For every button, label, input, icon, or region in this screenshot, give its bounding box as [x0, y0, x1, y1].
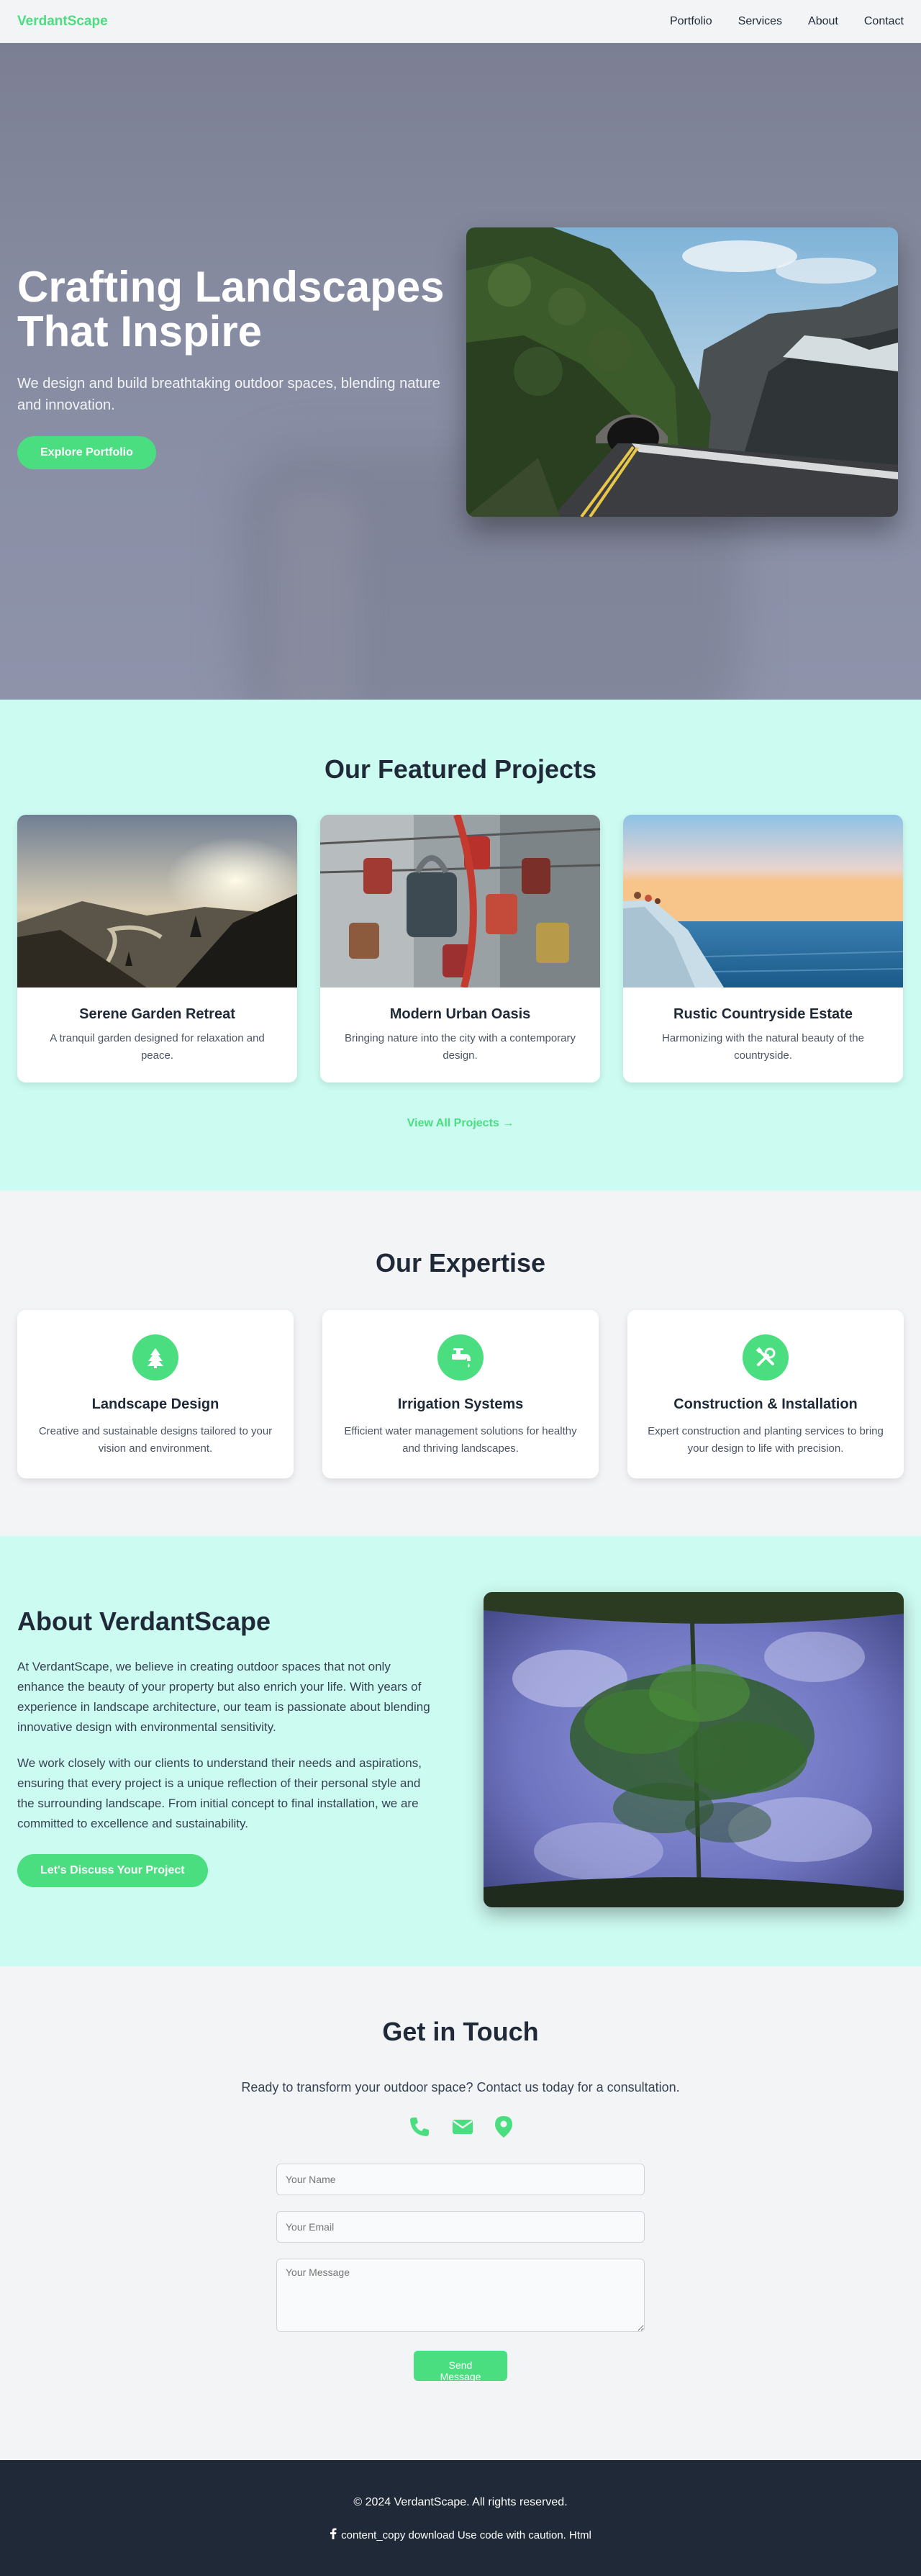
brand-logo-link[interactable]: VerdantScape — [17, 14, 108, 30]
contact-subtitle: Ready to transform your outdoor space? C… — [241, 2080, 680, 2094]
hero-subtitle: We design and build breathtaking outdoor… — [17, 376, 440, 413]
project-image-sea-cliff — [623, 815, 903, 988]
project-card-serene-garden[interactable]: Serene Garden Retreat A tranquil garden … — [17, 815, 297, 1083]
projects-grid: Serene Garden Retreat A tranquil garden … — [0, 815, 921, 1083]
contact-title: Get in Touch — [382, 2017, 539, 2046]
tools-icon — [743, 1334, 789, 1380]
hero-section: Crafting Landscapes That Inspire We desi… — [0, 43, 921, 700]
site-footer: © 2024 VerdantScape. All rights reserved… — [0, 2460, 921, 2576]
project-image-love-locks — [320, 815, 600, 988]
project-title: Rustic Countryside Estate — [673, 1006, 853, 1022]
expertise-card-irrigation: Irrigation Systems Efficient water manag… — [322, 1310, 599, 1478]
hero-background-blur-2 — [273, 489, 360, 700]
expertise-section: Our Expertise Landscape Design Creative … — [0, 1190, 921, 1536]
top-nav: VerdantScape Portfolio Services About Co… — [0, 0, 921, 43]
send-message-button[interactable]: Send Message — [414, 2351, 507, 2382]
project-description: Bringing nature into the city with a con… — [345, 1032, 576, 1062]
hero-title: Crafting Landscapes That Inspire — [17, 265, 449, 354]
nav-link-contact[interactable]: Contact — [864, 15, 904, 28]
project-card-modern-urban-oasis[interactable]: Modern Urban Oasis Bringing nature into … — [320, 815, 600, 1083]
project-title: Modern Urban Oasis — [389, 1006, 531, 1022]
expertise-title: Our Expertise — [375, 1248, 546, 1278]
view-all-projects-link[interactable]: View All Projects → — [0, 1117, 921, 1130]
envelope-icon[interactable] — [451, 2115, 474, 2142]
project-description: Harmonizing with the natural beauty of t… — [662, 1032, 864, 1062]
hero-image-mountain-road — [466, 227, 898, 517]
nav-link-portfolio[interactable]: Portfolio — [670, 15, 712, 28]
expertise-description: Creative and sustainable designs tailore… — [38, 1425, 273, 1455]
expertise-title: Irrigation Systems — [397, 1396, 524, 1412]
phone-icon[interactable] — [408, 2115, 431, 2142]
faucet-icon — [437, 1334, 484, 1380]
about-image-tree-reflection — [484, 1592, 904, 1907]
expertise-description: Efficient water management solutions for… — [344, 1425, 577, 1455]
nav-link-about[interactable]: About — [808, 15, 838, 28]
nav-links: Portfolio Services About Contact — [670, 15, 904, 28]
tree-icon — [132, 1334, 178, 1380]
project-image-sunset-valley — [17, 815, 297, 988]
contact-icons — [0, 2115, 921, 2142]
hero-title-line2: That Inspire — [17, 307, 263, 356]
facebook-icon[interactable] — [330, 2528, 337, 2542]
about-title: About VerdantScape — [17, 1606, 271, 1636]
project-title: Serene Garden Retreat — [79, 1006, 235, 1022]
featured-projects-section: Our Featured Projects Serene Garden Retr… — [0, 700, 921, 1190]
about-text: About VerdantScape At VerdantScape, we b… — [17, 1606, 437, 1887]
expertise-description: Expert construction and planting service… — [648, 1425, 884, 1455]
nav-link-services[interactable]: Services — [738, 15, 782, 28]
message-textarea[interactable] — [276, 2259, 645, 2332]
expertise-grid: Landscape Design Creative and sustainabl… — [0, 1310, 921, 1478]
about-paragraph-2: We work closely with our clients to unde… — [17, 1756, 422, 1830]
about-paragraph-1: At VerdantScape, we believe in creating … — [17, 1660, 430, 1734]
project-card-rustic-countryside[interactable]: Rustic Countryside Estate Harmonizing wi… — [623, 815, 903, 1083]
name-input[interactable] — [276, 2164, 645, 2195]
contact-section: Get in Touch Ready to transform your out… — [0, 1966, 921, 2460]
copyright-text: © 2024 VerdantScape. All rights reserved… — [353, 2496, 568, 2508]
footer-code-note: content_copy download Use code with caut… — [341, 2528, 591, 2541]
expertise-card-construction: Construction & Installation Expert const… — [627, 1310, 904, 1478]
footer-line: content_copy download Use code with caut… — [0, 2528, 921, 2542]
expertise-title: Landscape Design — [91, 1396, 219, 1412]
contact-form: Send Message — [276, 2164, 645, 2382]
hero-title-line1: Crafting Landscapes — [17, 263, 445, 311]
hero-content: Crafting Landscapes That Inspire We desi… — [17, 265, 449, 469]
about-section: About VerdantScape At VerdantScape, we b… — [0, 1536, 921, 1966]
project-description: A tranquil garden designed for relaxatio… — [50, 1032, 265, 1062]
email-input[interactable] — [276, 2211, 645, 2243]
discuss-project-button[interactable]: Let's Discuss Your Project — [17, 1854, 208, 1887]
expertise-card-landscape-design: Landscape Design Creative and sustainabl… — [17, 1310, 294, 1478]
map-pin-icon[interactable] — [494, 2115, 513, 2142]
expertise-title: Construction & Installation — [673, 1396, 858, 1412]
projects-title: Our Featured Projects — [324, 754, 597, 784]
explore-portfolio-button[interactable]: Explore Portfolio — [17, 436, 156, 469]
